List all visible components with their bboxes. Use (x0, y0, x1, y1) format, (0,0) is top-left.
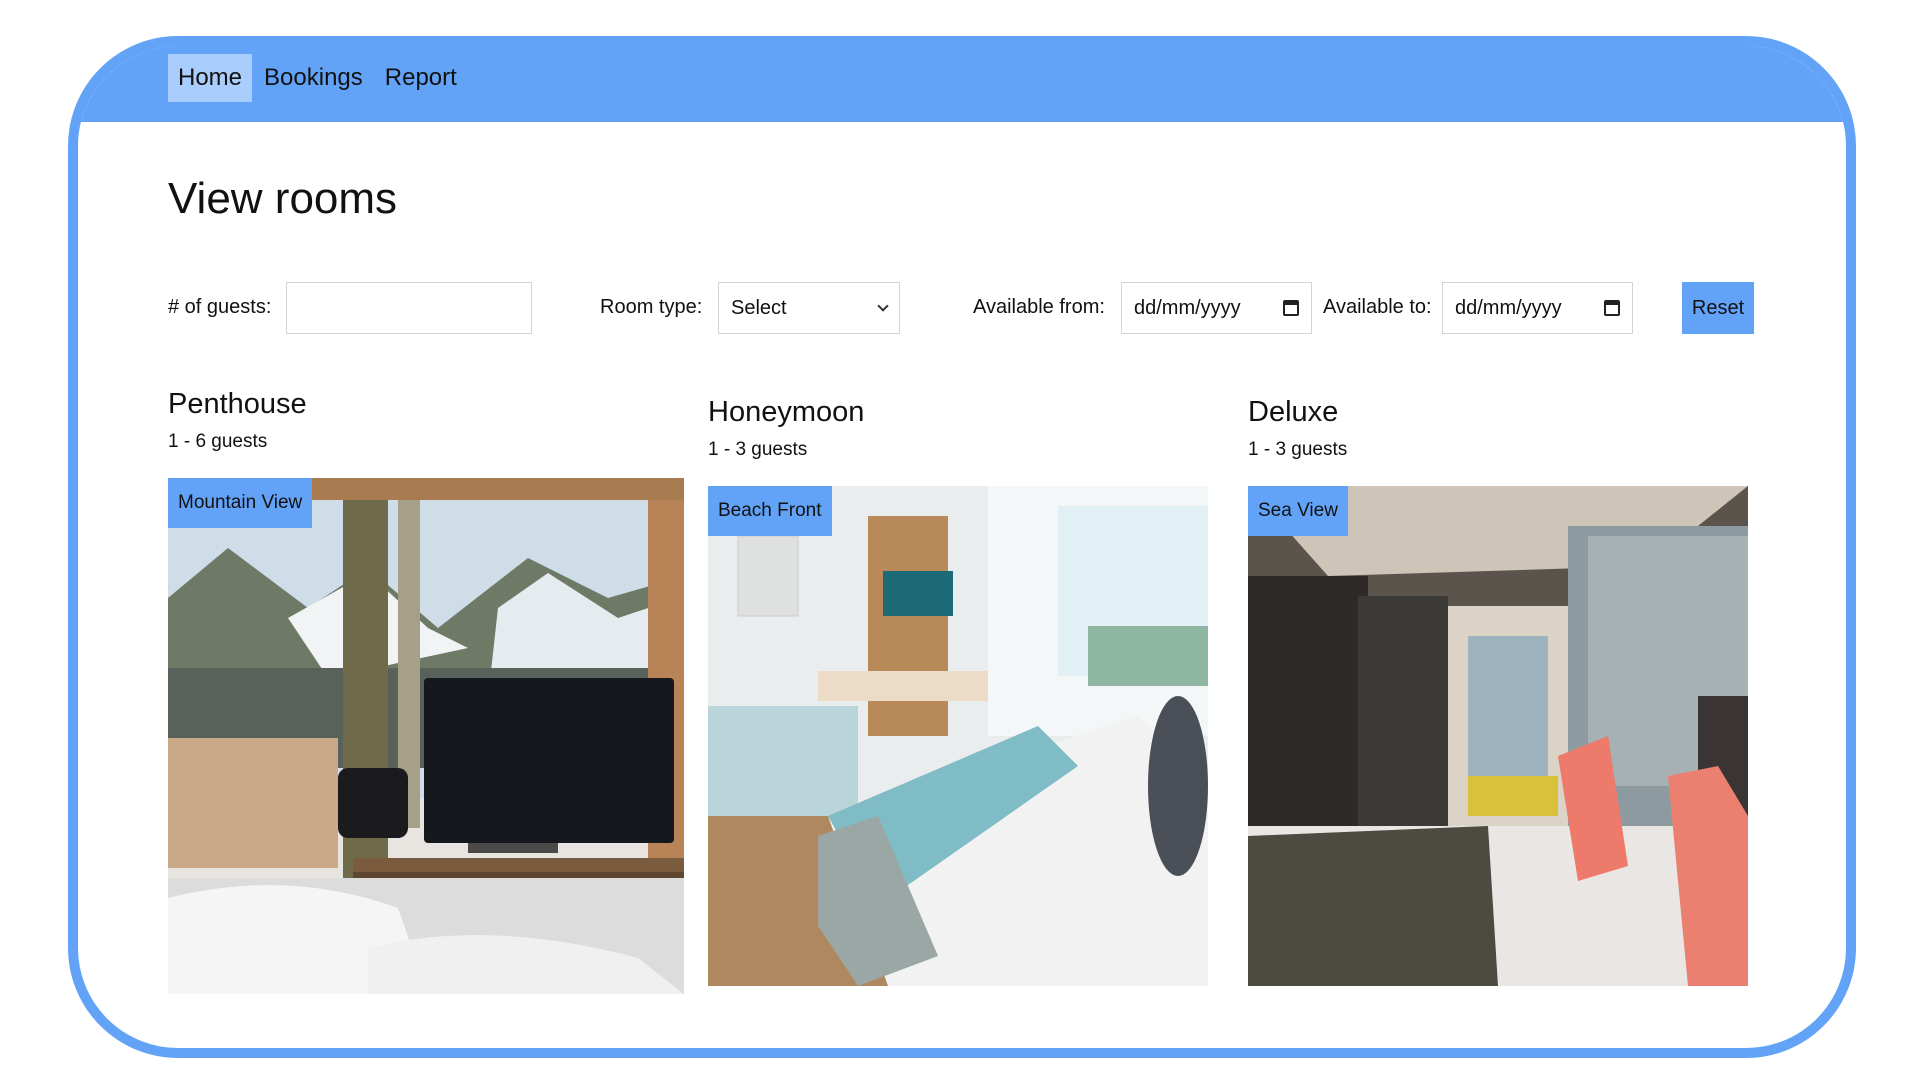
main-nav: Home Bookings Report (168, 54, 467, 102)
room-name: Deluxe (1248, 396, 1339, 428)
room-guests: 1 - 6 guests (168, 431, 268, 452)
nav-report[interactable]: Report (375, 54, 467, 102)
chevron-down-icon (877, 300, 889, 312)
view-tag: Sea View (1248, 486, 1348, 536)
room-card-deluxe[interactable]: Deluxe 1 - 3 guests (1248, 396, 1347, 461)
available-from-date-input[interactable]: dd/mm/yyyy (1121, 282, 1312, 334)
available-to-date-input[interactable]: dd/mm/yyyy (1442, 282, 1633, 334)
available-from-label: Available from: (973, 296, 1105, 318)
guests-input[interactable] (286, 282, 532, 334)
room-name: Honeymoon (708, 396, 865, 428)
bedroom-mountain-photo (168, 478, 684, 994)
room-type-select[interactable]: Select (718, 282, 900, 334)
room-card-honeymoon[interactable]: Honeymoon 1 - 3 guests (708, 396, 864, 461)
available-from-value: dd/mm/yyyy (1134, 296, 1241, 319)
page-title: View rooms (168, 174, 398, 223)
filter-bar: # of guests: Room type: Select Available… (168, 282, 1758, 334)
view-tag: Mountain View (168, 478, 313, 528)
available-to-value: dd/mm/yyyy (1455, 296, 1562, 319)
room-image-penthouse[interactable]: Mountain View (168, 478, 684, 994)
calendar-icon[interactable] (1604, 300, 1620, 316)
bedroom-beach-photo (708, 486, 1208, 986)
nav-bookings[interactable]: Bookings (254, 54, 373, 102)
bedroom-sea-photo (1248, 486, 1748, 986)
calendar-icon[interactable] (1283, 300, 1299, 316)
room-guests: 1 - 3 guests (708, 439, 808, 460)
room-type-selected: Select (731, 296, 787, 319)
app-frame: Home Bookings Report View rooms # of gue… (68, 36, 1856, 1058)
nav-home[interactable]: Home (168, 54, 253, 102)
room-card-penthouse[interactable]: Penthouse 1 - 6 guests (168, 388, 307, 453)
room-name: Penthouse (168, 388, 307, 420)
view-tag: Beach Front (708, 486, 832, 536)
room-guests: 1 - 3 guests (1248, 439, 1348, 460)
guests-label: # of guests: (168, 296, 272, 318)
available-to-label: Available to: (1323, 296, 1432, 318)
reset-button[interactable]: Reset (1682, 282, 1754, 334)
top-nav-bar: Home Bookings Report (78, 46, 1846, 122)
room-type-label: Room type: (600, 296, 703, 318)
room-image-deluxe[interactable]: Sea View (1248, 486, 1748, 986)
room-image-honeymoon[interactable]: Beach Front (708, 486, 1208, 986)
